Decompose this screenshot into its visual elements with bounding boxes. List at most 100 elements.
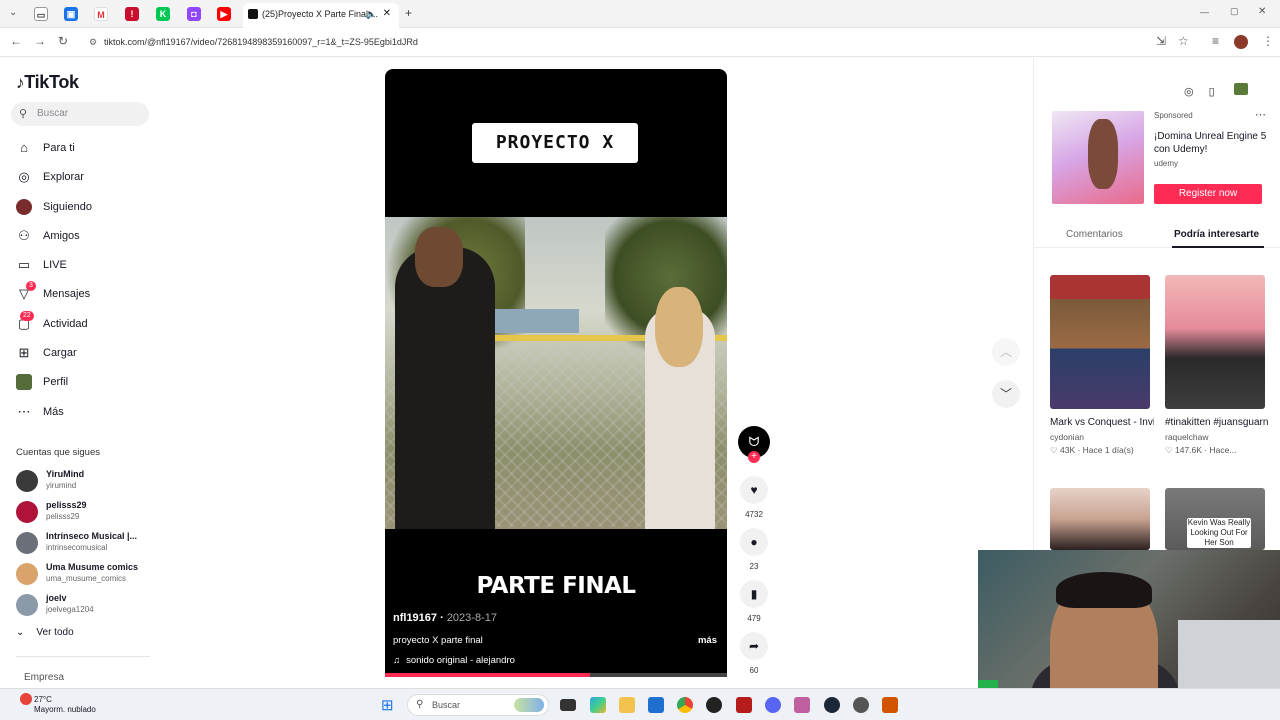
nav-item-siguiendo[interactable]: Siguiendo xyxy=(16,196,166,218)
more-button[interactable]: más xyxy=(698,635,717,646)
following-account[interactable]: Intrínseco Musical |... intrinsecomusica… xyxy=(16,530,166,556)
account-handle: uma_musume_comics xyxy=(46,574,127,583)
chrome-icon[interactable] xyxy=(677,697,693,713)
forward-icon[interactable]: → xyxy=(34,34,46,48)
video-caption: PARTE FINAL xyxy=(476,573,636,599)
settings-icon[interactable]: ◎ xyxy=(1184,86,1194,98)
account-name: joelv xyxy=(46,593,67,603)
nav-item-live[interactable]: ▭ LIVE xyxy=(16,254,166,276)
profile-avatar-icon[interactable] xyxy=(1234,35,1248,49)
previous-video-button[interactable]: ︿ xyxy=(992,338,1020,366)
right-toolbar: ◎ ▯ xyxy=(1184,83,1248,98)
tab-favicon-icon[interactable]: ! xyxy=(125,7,139,21)
site-info-icon[interactable]: ⚙ xyxy=(89,32,97,53)
ad-more-icon[interactable]: ⋯ xyxy=(1255,108,1266,121)
url-field[interactable]: ⚙ tiktok.com/@nfl19167/video/72681948983… xyxy=(86,32,1146,53)
tab-list-chevron-icon[interactable]: ⌄ xyxy=(9,7,17,18)
reload-icon[interactable]: ↻ xyxy=(58,34,68,48)
maximize-icon[interactable]: ▢ xyxy=(1230,6,1239,17)
search-icon: ⚲ xyxy=(416,699,424,710)
see-all-link[interactable]: ⌄ Ver todo xyxy=(16,627,74,638)
nav-item-mensajes[interactable]: ▽ 3 Mensajes xyxy=(16,281,166,305)
nav-item-amigos[interactable]: ⚇ Amigos xyxy=(16,225,166,247)
action-column: ᗢ + ♥ 4732 ● 23 ▮ 479 ➦ 60 xyxy=(736,424,772,684)
tab-favicon-icon[interactable]: K xyxy=(156,7,170,21)
discord-icon[interactable] xyxy=(765,697,781,713)
video-player[interactable]: PROYECTO X PARTE FINAL nfl19167 · 2023-8… xyxy=(385,69,727,677)
nav-item-actividad[interactable]: ▢ 22 Actividad xyxy=(16,311,166,335)
app-icon[interactable] xyxy=(882,697,898,713)
nav-item-para-ti[interactable]: ⌂ Para ti xyxy=(16,137,166,159)
windows-start-icon[interactable]: ⊞ xyxy=(381,696,394,714)
youtube-tab-icon[interactable]: ▶ xyxy=(217,7,231,21)
tiktok-logo[interactable]: ♪TikTok xyxy=(16,72,79,93)
nav-item-explorar[interactable]: ◎ Explorar xyxy=(16,166,166,188)
nav-label: Explorar xyxy=(43,171,84,183)
card-age: Hace... xyxy=(1209,445,1237,455)
nav-item-perfil[interactable]: Perfil xyxy=(16,371,166,393)
following-header: Cuentas que sigues xyxy=(16,447,100,458)
tab-comentarios[interactable]: Comentarios xyxy=(1066,229,1123,240)
card-age: Hace 1 día(s) xyxy=(1082,445,1134,455)
new-tab-icon[interactable]: + xyxy=(405,6,412,20)
video-author[interactable]: nfl19167 · 2023-8-17 xyxy=(393,612,497,624)
nav-item-mas[interactable]: ⋯ Más xyxy=(16,401,166,423)
install-app-icon[interactable]: ⇲ xyxy=(1156,34,1166,48)
tab-favicon-icon[interactable]: ▣ xyxy=(64,7,78,21)
ad-title[interactable]: ¡Domina Unreal Engine 5 con Udemy! xyxy=(1154,130,1272,156)
avatar xyxy=(16,594,38,616)
save-button[interactable]: ▮ xyxy=(740,580,768,608)
tab-close-icon[interactable]: ✕ xyxy=(383,3,391,25)
twitch-tab-icon[interactable]: ◘ xyxy=(187,7,201,21)
like-button[interactable]: ♥ xyxy=(740,476,768,504)
following-account[interactable]: Uma Musume comics uma_musume_comics xyxy=(16,561,166,587)
reading-list-icon[interactable]: ≡ xyxy=(1212,34,1219,48)
weather-widget[interactable]: 27°C Mayorm. nublado xyxy=(10,693,96,715)
app-icon[interactable] xyxy=(706,697,722,713)
company-link[interactable]: Empresa xyxy=(24,672,64,683)
active-tab[interactable]: (25)Proyecto X Parte Final ... 🔈 ✕ xyxy=(243,3,399,28)
next-video-button[interactable]: ﹀ xyxy=(992,380,1020,408)
back-icon[interactable]: ← xyxy=(10,34,22,48)
search-input[interactable]: ⚲ Buscar xyxy=(11,102,149,126)
gmail-tab-icon[interactable]: M xyxy=(94,7,108,21)
file-explorer-icon[interactable] xyxy=(619,697,635,713)
following-account[interactable]: pelisss29 pelisss29 xyxy=(16,499,166,525)
following-account[interactable]: YiruMind yirumind xyxy=(16,468,166,494)
video-progress-bar[interactable] xyxy=(385,673,727,677)
video-overlay-title: PROYECTO X xyxy=(472,123,638,163)
browser-menu-icon[interactable]: ⋮ xyxy=(1262,34,1274,48)
phone-icon[interactable]: ▯ xyxy=(1209,86,1215,98)
tab-audio-icon[interactable]: 🔈 xyxy=(366,3,377,25)
follow-plus-icon[interactable]: + xyxy=(748,451,760,463)
tab-podria-interesarte[interactable]: Podría interesarte xyxy=(1174,229,1259,240)
card-author: cydonian xyxy=(1050,432,1085,442)
left-sidebar: ♪TikTok ⚲ Buscar ⌂ Para ti ◎ Explorar Si… xyxy=(0,58,170,688)
ad-thumbnail[interactable] xyxy=(1052,111,1144,204)
app-icon[interactable] xyxy=(794,697,810,713)
chevron-down-icon: ⌄ xyxy=(16,627,25,638)
register-now-button[interactable]: Register now xyxy=(1154,184,1262,204)
obs-icon[interactable] xyxy=(853,697,869,713)
account-handle: pelisss29 xyxy=(46,512,80,521)
edge-icon[interactable] xyxy=(590,697,606,713)
minimize-icon[interactable]: — xyxy=(1200,7,1209,17)
window-close-icon[interactable]: ✕ xyxy=(1258,6,1266,17)
account-name: Uma Musume comics xyxy=(46,562,139,572)
steam-icon[interactable] xyxy=(824,697,840,713)
store-icon[interactable] xyxy=(648,697,664,713)
following-account[interactable]: joelv joelvega1204 xyxy=(16,592,166,618)
tab-favicon-icon[interactable]: ▭ xyxy=(34,7,48,21)
taskbar-search[interactable]: ⚲ Buscar xyxy=(407,694,549,716)
ad-person xyxy=(1088,119,1118,189)
app-icon[interactable] xyxy=(736,697,752,713)
nav-item-cargar[interactable]: ⊞ Cargar xyxy=(16,342,166,364)
video-sound[interactable]: ♫ sonido original - alejandro xyxy=(393,655,515,666)
share-button[interactable]: ➦ xyxy=(740,632,768,660)
comment-button[interactable]: ● xyxy=(740,528,768,556)
task-view-icon[interactable] xyxy=(560,699,576,711)
avatar[interactable] xyxy=(1233,83,1248,95)
avatar xyxy=(16,563,38,585)
bookmark-star-icon[interactable]: ☆ xyxy=(1178,34,1189,48)
weather-icon xyxy=(20,693,32,705)
